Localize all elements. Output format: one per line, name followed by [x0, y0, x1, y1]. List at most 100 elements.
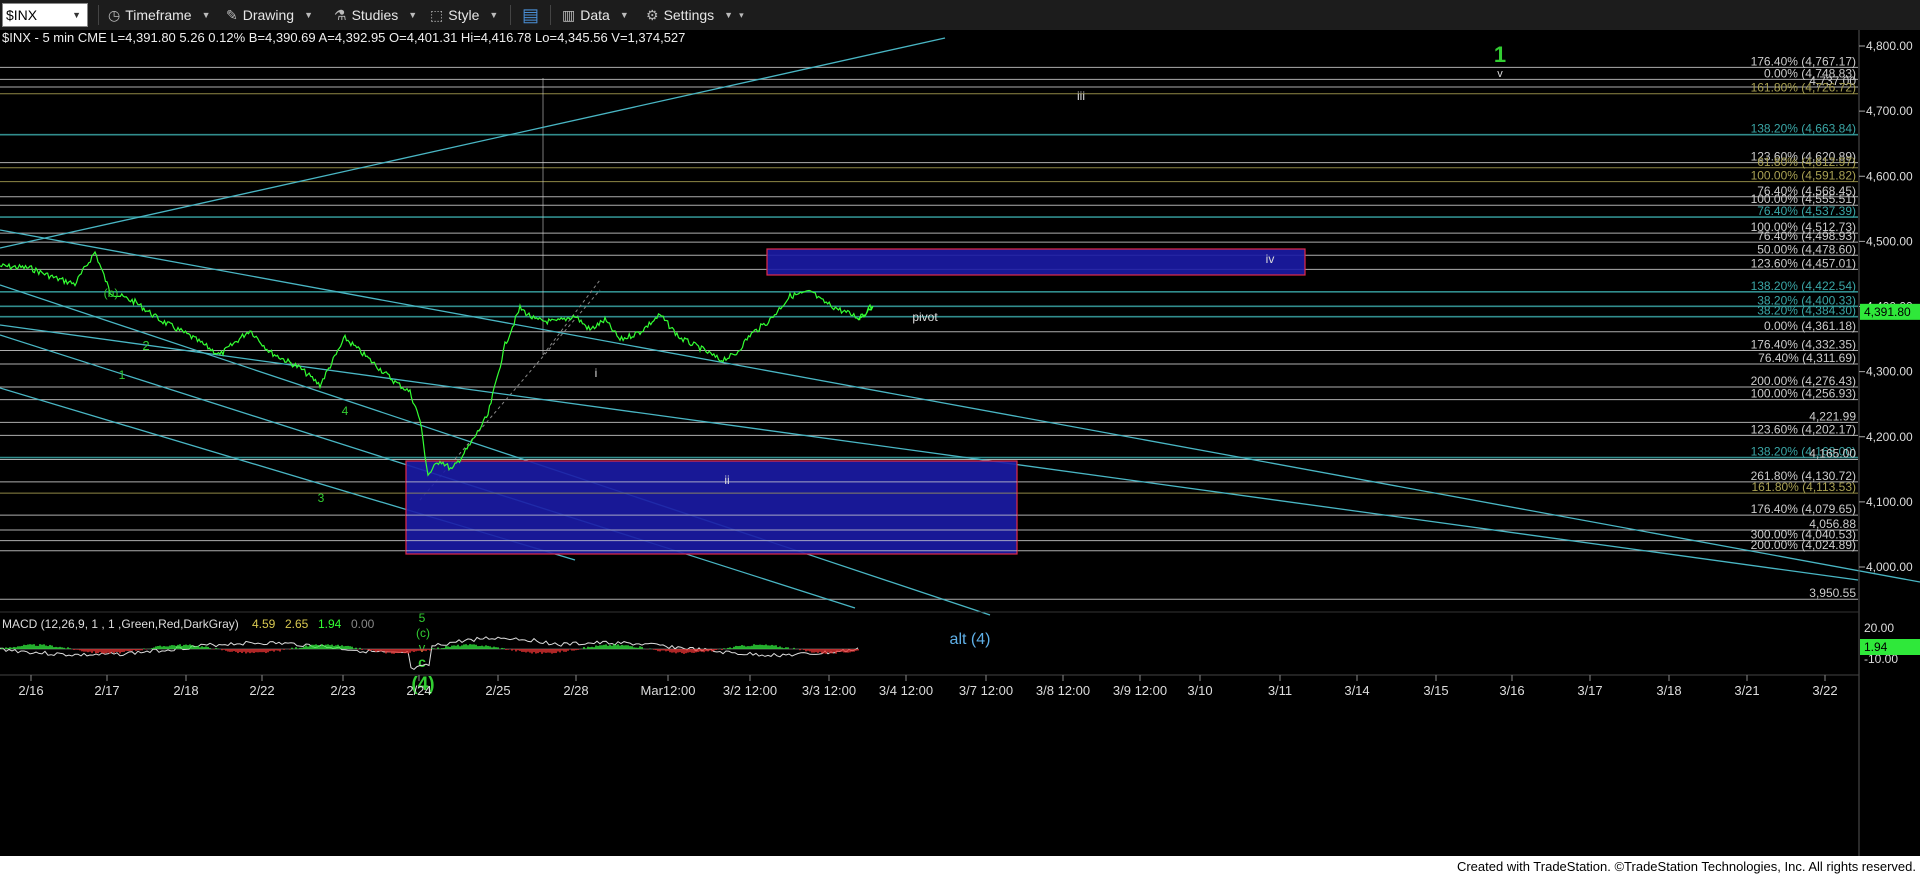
- fib-label: 138.20% (4,422.54): [1751, 279, 1856, 293]
- timeframe-button[interactable]: ◷ Timeframe ▼: [108, 3, 211, 27]
- wave-label: alt (4): [950, 631, 991, 648]
- price-tick-label: 4,200.00: [1866, 430, 1913, 444]
- settings-button[interactable]: ⚙ Settings ▼ ▾: [646, 3, 744, 27]
- time-tick-label: 2/25: [485, 683, 510, 698]
- chevron-down-icon: ▼: [489, 10, 499, 20]
- wave-label: 3: [318, 491, 325, 505]
- gear-icon: ⚙: [646, 6, 659, 23]
- time-tick-label: 2/28: [563, 683, 588, 698]
- time-tick-label: 3/22: [1812, 683, 1837, 698]
- toolbar-divider: [550, 5, 551, 25]
- wave-label: 5: [419, 611, 426, 625]
- fib-label: 123.60% (4,202.17): [1751, 422, 1856, 436]
- time-tick-label: 2/23: [330, 683, 355, 698]
- wave-label: (b): [104, 286, 119, 300]
- studies-button[interactable]: ⚗ Studies ▼: [334, 3, 417, 27]
- pivot-zone-box: [766, 248, 1306, 276]
- wave-label: 1: [119, 368, 126, 382]
- drawing-label: Drawing: [242, 7, 295, 23]
- drawing-button[interactable]: ✎ Drawing ▼: [226, 3, 313, 27]
- fib-label: 4,221.99: [1809, 409, 1856, 423]
- fib-label: 76.40% (4,537.39): [1757, 204, 1856, 218]
- fib-label: 50.00% (4,478.60): [1757, 242, 1856, 256]
- fib-label: 38.20% (4,384.30): [1757, 304, 1856, 318]
- style-button[interactable]: ⬚ Style ▼: [430, 3, 498, 27]
- toolbar-divider: [98, 5, 99, 25]
- chevron-down-icon: ▼: [201, 10, 211, 20]
- footer-copyright: Created with TradeStation. ©TradeStation…: [1456, 859, 1916, 874]
- macd-axis-label: 20.00: [1864, 621, 1894, 635]
- price-tick-label: 4,800.00: [1866, 39, 1913, 53]
- fib-label: 161.80% (4,726.72): [1751, 81, 1856, 95]
- fib-label: 3,950.55: [1809, 586, 1856, 600]
- time-tick-label: 3/7 12:00: [959, 683, 1013, 698]
- time-tick-label: 3/18: [1656, 683, 1681, 698]
- time-tick-label: 2/24: [406, 683, 431, 698]
- fib-label: 200.00% (4,024.89): [1751, 538, 1856, 552]
- time-tick-label: 3/11: [1268, 683, 1292, 698]
- time-tick-label: 2/18: [173, 683, 198, 698]
- chevron-down-icon: ▼: [619, 10, 629, 20]
- wave-label: 2: [142, 338, 149, 353]
- wave-label: iii: [1077, 89, 1085, 103]
- wave-label: v: [1497, 68, 1503, 80]
- wave-label: v: [419, 640, 426, 655]
- wave-label: i: [595, 366, 598, 380]
- symbol-selector[interactable]: $INX ▼: [2, 3, 88, 27]
- price-tick-label: 4,000.00: [1866, 560, 1913, 574]
- time-tick-label: 3/14: [1344, 683, 1369, 698]
- chevron-down-icon: ▼: [408, 10, 418, 20]
- clock-icon: ◷: [108, 6, 121, 23]
- wave-label: iv: [1266, 252, 1275, 266]
- time-tick-label: 2/16: [18, 683, 43, 698]
- style-label: Style: [448, 7, 480, 23]
- layout-icon[interactable]: ▤: [522, 3, 539, 27]
- timeframe-label: Timeframe: [125, 7, 192, 23]
- fib-label: 138.20% (4,663.84): [1751, 122, 1856, 136]
- macd-value: 0.00: [351, 617, 375, 631]
- macd-value: 1.94: [318, 617, 342, 631]
- data-label: Data: [580, 7, 610, 23]
- style-icon: ⬚: [430, 6, 444, 23]
- time-tick-label: 2/22: [249, 683, 274, 698]
- toolbar-divider: [510, 5, 511, 25]
- time-tick-label: 3/10: [1187, 683, 1212, 698]
- chart-background: [0, 30, 1920, 856]
- time-tick-label: 3/3 12:00: [802, 683, 856, 698]
- fib-label: 176.40% (4,079.65): [1751, 502, 1856, 516]
- time-tick-label: 3/8 12:00: [1036, 683, 1090, 698]
- price-tick-label: 4,300.00: [1866, 365, 1913, 379]
- data-button[interactable]: ▥ Data ▼: [562, 3, 629, 27]
- fib-label: 161.80% (4,113.53): [1751, 480, 1856, 494]
- time-tick-label: 3/15: [1423, 683, 1448, 698]
- time-tick-label: 3/4 12:00: [879, 683, 933, 698]
- time-tick-label: 3/16: [1499, 683, 1524, 698]
- chevron-down-icon: ▼: [724, 10, 734, 20]
- time-tick-label: 3/17: [1577, 683, 1602, 698]
- chart-toolbar: $INX ▼ ◷ Timeframe ▼ ✎ Drawing ▼ ⚗ Studi…: [0, 0, 1920, 31]
- chevron-down-icon: ▼: [304, 10, 314, 20]
- wave-label: 4: [342, 404, 349, 418]
- fib-label: 176.40% (4,332.35): [1751, 338, 1856, 352]
- time-tick-label: 2/17: [94, 683, 119, 698]
- price-chart[interactable]: 1viiiivpivot(b)21435(c)vc(4)iiialt (4) 1…: [0, 30, 1920, 856]
- chevron-down-icon: ▾: [739, 9, 744, 20]
- time-tick-label: 3/2 12:00: [723, 683, 777, 698]
- fib-label: 123.60% (4,457.01): [1751, 256, 1856, 270]
- bar-chart-icon: ▥: [562, 6, 576, 23]
- chevron-down-icon: ▼: [72, 10, 81, 20]
- fib-label: 76.40% (4,498.93): [1757, 229, 1856, 243]
- fib-label: 61.80% (4,612.97): [1757, 155, 1856, 169]
- studies-label: Studies: [351, 7, 399, 23]
- settings-label: Settings: [663, 7, 715, 23]
- macd-value: 2.65: [285, 617, 309, 631]
- macd-last-label: 1.94: [1864, 640, 1888, 654]
- price-tick-label: 4,700.00: [1866, 104, 1913, 118]
- time-tick-label: Mar12:00: [641, 683, 696, 698]
- price-tick-label: 4,600.00: [1866, 169, 1913, 183]
- fib-label: 0.00% (4,361.18): [1764, 319, 1856, 333]
- pencil-icon: ✎: [226, 6, 238, 23]
- wave-label: (c): [416, 626, 430, 640]
- fib-label: 4,165.00: [1809, 447, 1856, 461]
- macd-value: 4.59: [252, 617, 276, 631]
